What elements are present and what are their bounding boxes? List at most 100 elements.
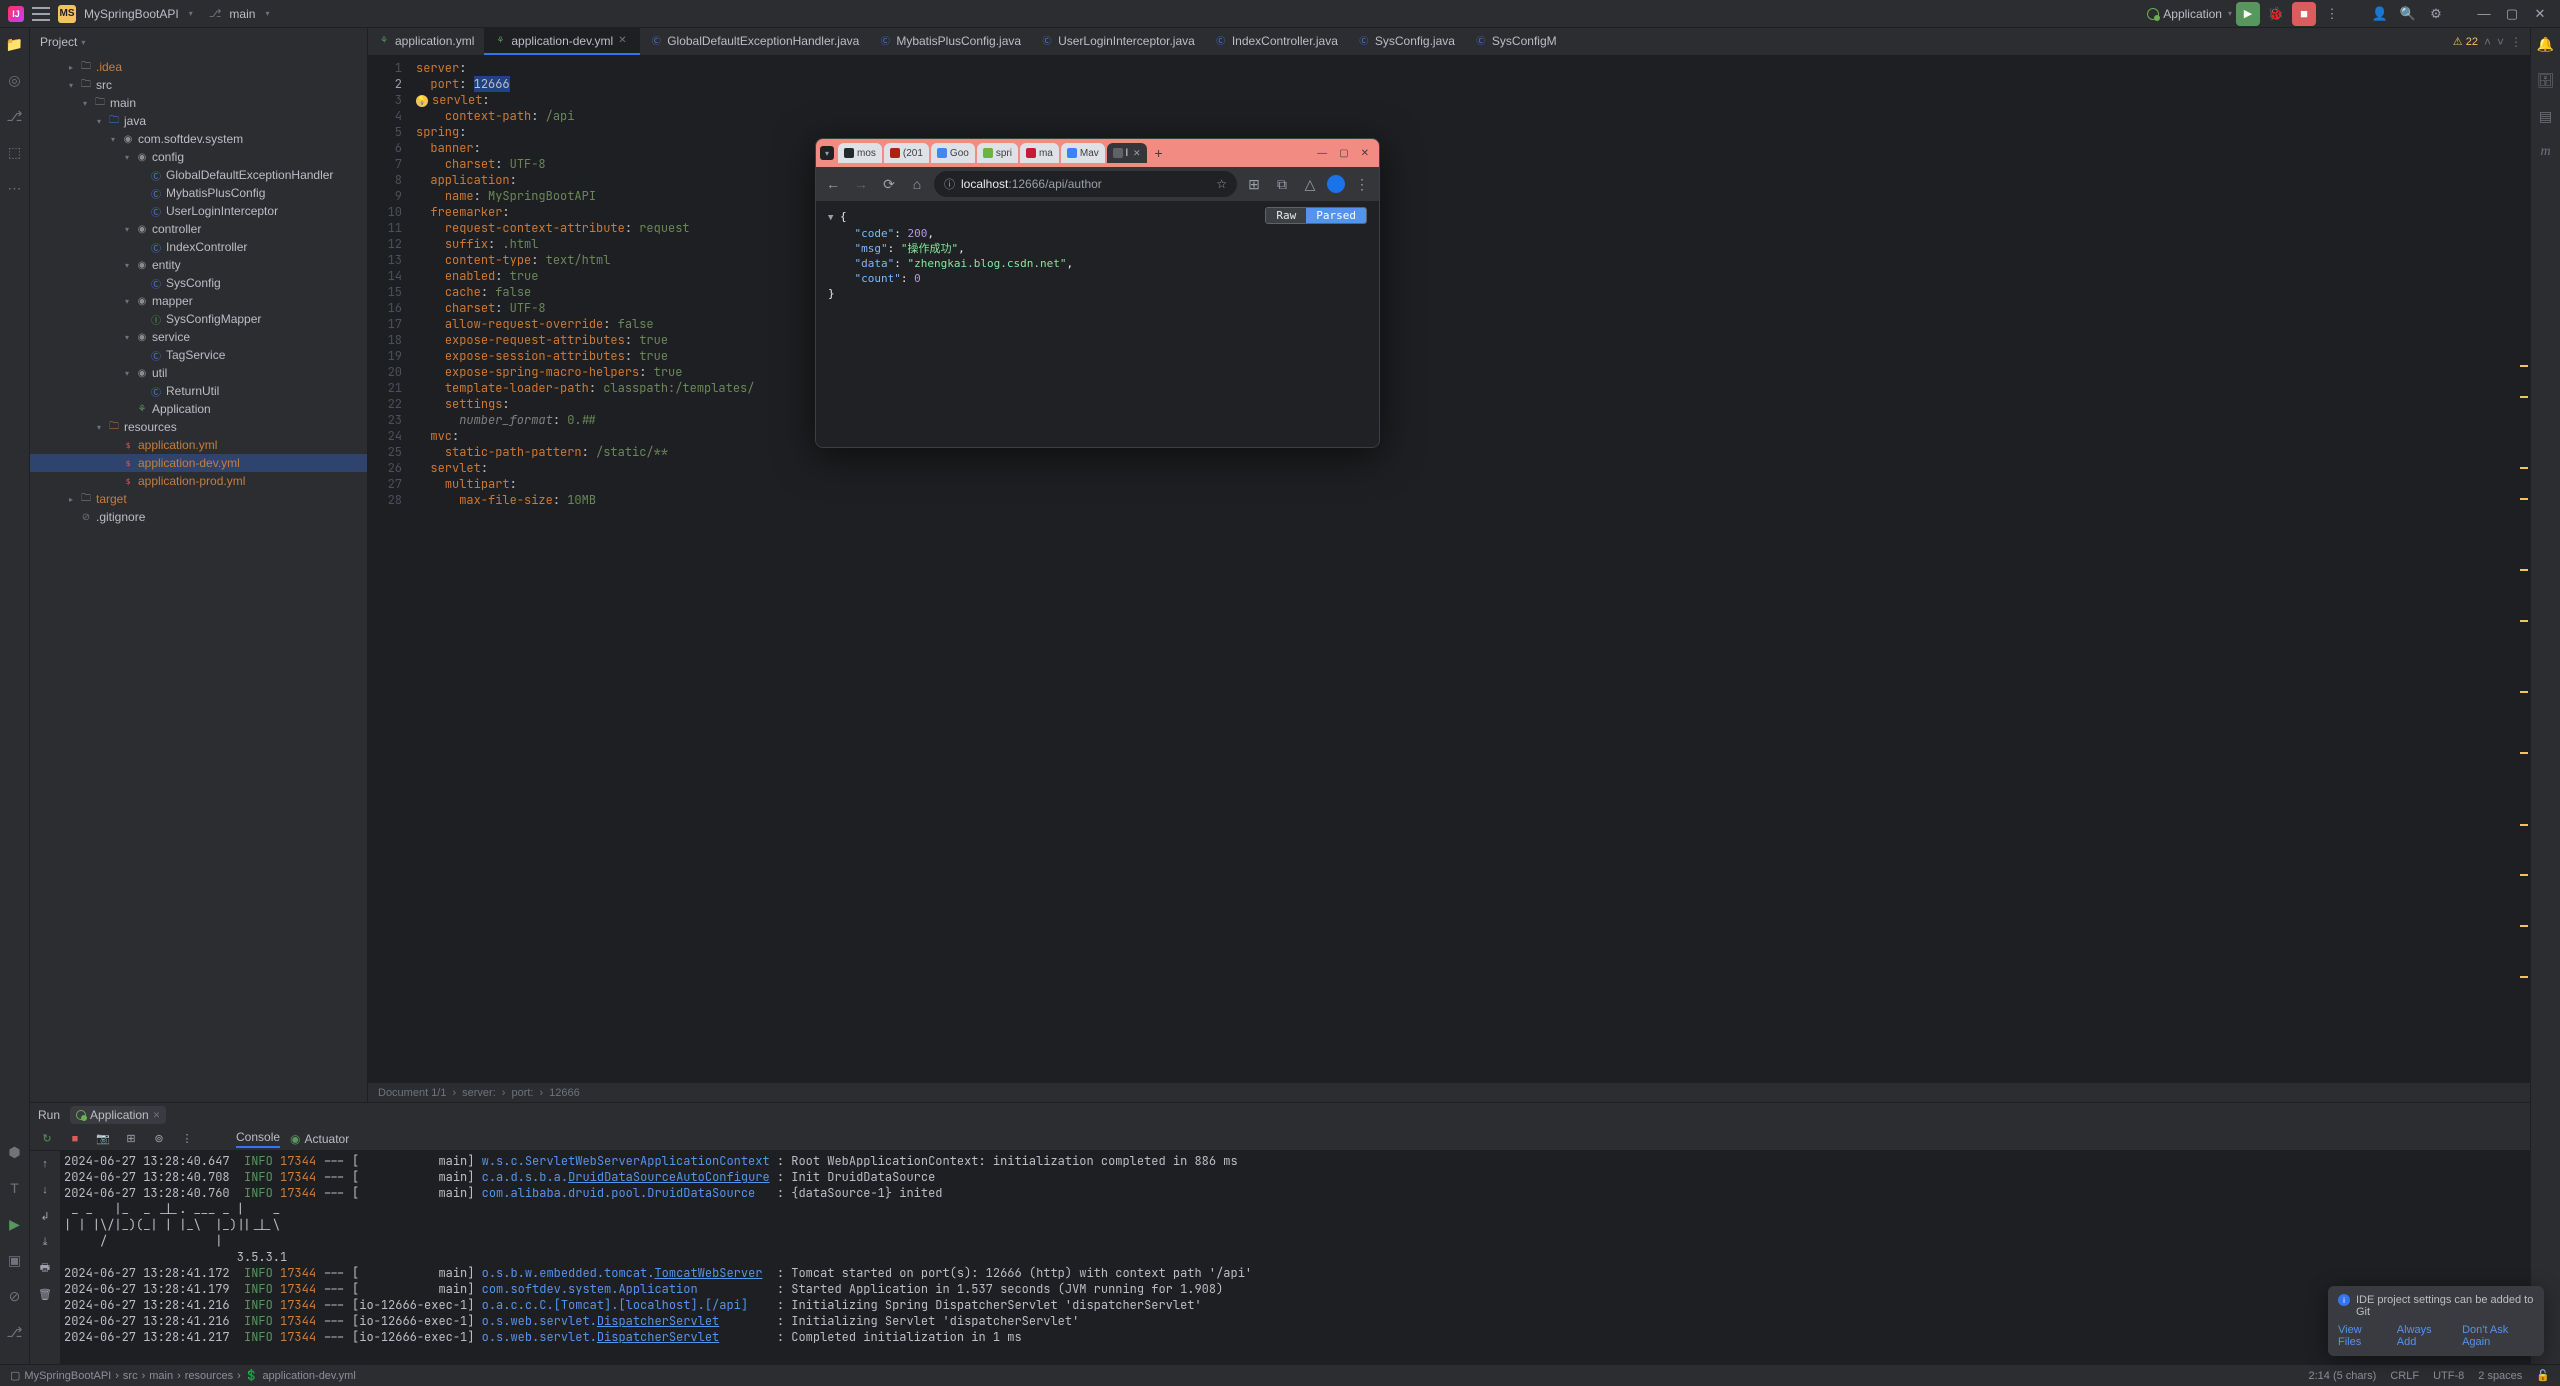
branch-icon[interactable]: ⎇ [209, 7, 222, 20]
browser-tab[interactable]: spri [977, 143, 1018, 163]
tree-item[interactable]: ▾🗀java [30, 112, 367, 130]
tree-item[interactable]: ⒸGlobalDefaultExceptionHandler [30, 166, 367, 184]
editor-tab[interactable]: ⒸSysConfig.java [1348, 28, 1465, 55]
run-config-selector[interactable]: Application ▾ [2147, 7, 2232, 21]
ext2-button[interactable]: △ [1299, 173, 1321, 195]
browser-tab[interactable]: ma [1020, 143, 1059, 163]
tree-item[interactable]: ▾◉service [30, 328, 367, 346]
editor-breadcrumbs[interactable]: Document 1/1 › server: › port: › 12666 [368, 1082, 2530, 1102]
vcs-tool-button[interactable]: ⎇ [5, 106, 25, 126]
caret-position[interactable]: 2:14 (5 chars) [2308, 1370, 2376, 1382]
tree-item[interactable]: ⒸReturnUtil [30, 382, 367, 400]
run-config-tab[interactable]: Application ✕ [70, 1106, 166, 1124]
browser-close[interactable]: ✕ [1361, 148, 1369, 159]
tab-dropdown-button[interactable]: ▾ [820, 146, 834, 160]
new-tab-button[interactable]: + [1149, 145, 1169, 161]
more-run-button[interactable]: ⋮ [178, 1130, 196, 1148]
debug-button[interactable]: 🐞 [2264, 2, 2288, 26]
editor-tab[interactable]: ⒸIndexController.java [1205, 28, 1348, 55]
browser-tab[interactable]: (201 [884, 143, 929, 163]
window-minimize[interactable]: — [2472, 2, 2496, 26]
browser-tab[interactable]: Goo [931, 143, 975, 163]
run-tool-button[interactable]: ▶ [5, 1214, 25, 1234]
main-menu-button[interactable] [32, 7, 50, 21]
layout-button[interactable]: ⊞ [122, 1130, 140, 1148]
browser-maximize[interactable]: ▢ [1339, 148, 1348, 159]
editor-tab[interactable]: ⒸMybatisPlusConfig.java [869, 28, 1031, 55]
project-name[interactable]: MySpringBootAPI [84, 7, 179, 21]
up-stack-button[interactable]: ↑ [36, 1155, 54, 1173]
prev-highlight-button[interactable]: ˄ [2484, 35, 2491, 49]
structure-tool-button[interactable]: ⬚ [5, 142, 25, 162]
project-panel-header[interactable]: Project ▾ [30, 28, 367, 56]
database-button[interactable]: 🗄 [2536, 70, 2556, 90]
tree-item[interactable]: ⒾSysConfigMapper [30, 310, 367, 328]
warnings-badge[interactable]: ⚠ 22 [2453, 35, 2478, 48]
bookmark-button[interactable]: ☆ [1216, 177, 1227, 191]
tree-item[interactable]: ⊘.gitignore [30, 508, 367, 526]
address-bar[interactable]: ⓘ localhost:12666/api/author ☆ [934, 171, 1237, 197]
notification-view-files[interactable]: View Files [2338, 1324, 2385, 1348]
tree-item[interactable]: ▾◉controller [30, 220, 367, 238]
git-tool-button[interactable]: ⎇ [5, 1322, 25, 1342]
tree-item[interactable]: ⒸSysConfig [30, 274, 367, 292]
notification-dont-ask[interactable]: Don't Ask Again [2462, 1324, 2534, 1348]
back-button[interactable]: ← [822, 173, 844, 195]
actuator-tab[interactable]: ◉Actuator [290, 1132, 349, 1146]
tree-item[interactable]: ▾🗀resources [30, 418, 367, 436]
tree-item[interactable]: ▾◉com.softdev.system [30, 130, 367, 148]
project-tree[interactable]: ▸🗀.idea▾🗀src▾🗀main▾🗀java▾◉com.softdev.sy… [30, 56, 367, 1102]
editor-tab[interactable]: ⒸSysConfigM [1465, 28, 1567, 55]
problems-tool-button[interactable]: ⊘ [5, 1286, 25, 1306]
run-button[interactable]: ▶ [2236, 2, 2260, 26]
nav-breadcrumbs[interactable]: ▢ MySpringBootAPI› src› main› resources›… [10, 1369, 356, 1382]
profile-button[interactable] [1327, 175, 1345, 193]
browser-active-tab[interactable]: l ✕ [1107, 143, 1147, 163]
console-output[interactable]: 2024-06-27 13:28:40.647 INFO 17344 --- [… [60, 1151, 2530, 1364]
next-highlight-button[interactable]: ˅ [2497, 35, 2504, 49]
browser-tab[interactable]: mos [838, 143, 882, 163]
collab-button[interactable]: 👤 [2368, 2, 2392, 26]
ext1-button[interactable]: ⧉ [1271, 173, 1293, 195]
soft-wrap-button[interactable]: ↲ [36, 1207, 54, 1225]
project-tool-button[interactable]: 📁 [5, 34, 25, 54]
window-maximize[interactable]: ▢ [2500, 2, 2524, 26]
editor-tab[interactable]: ⒸUserLoginInterceptor.java [1031, 28, 1205, 55]
clear-button[interactable]: 🗑 [36, 1285, 54, 1303]
stop-button[interactable]: ■ [2292, 2, 2316, 26]
settings-button[interactable]: ⚙ [2424, 2, 2448, 26]
tree-item[interactable]: ⒸTagService [30, 346, 367, 364]
stop-run-button[interactable]: ■ [66, 1130, 84, 1148]
tree-item[interactable]: ▸🗀.idea [30, 58, 367, 76]
home-button[interactable]: ⌂ [906, 173, 928, 195]
extensions-button[interactable]: ⊞ [1243, 173, 1265, 195]
reload-button[interactable]: ⟳ [878, 173, 900, 195]
json-view-toggle[interactable]: Raw Parsed [1265, 207, 1367, 224]
window-close[interactable]: ✕ [2528, 2, 2552, 26]
down-stack-button[interactable]: ↓ [36, 1181, 54, 1199]
filter-button[interactable]: ⊚ [150, 1130, 168, 1148]
indent-setting[interactable]: 2 spaces [2478, 1370, 2522, 1382]
console-tab[interactable]: Console [236, 1130, 280, 1148]
tree-item[interactable]: ▾🗀src [30, 76, 367, 94]
db-nav-button[interactable]: ▤ [2536, 106, 2556, 126]
notification-always-add[interactable]: Always Add [2397, 1324, 2450, 1348]
browser-tab[interactable]: Mav [1061, 143, 1105, 163]
tree-item[interactable]: $application.yml [30, 436, 367, 454]
browser-menu-button[interactable]: ⋮ [1351, 173, 1373, 195]
tree-item[interactable]: ▾◉util [30, 364, 367, 382]
tree-item[interactable]: ⚘Application [30, 400, 367, 418]
editor-tab[interactable]: ⚘application-dev.yml✕ [484, 28, 640, 55]
code-editor[interactable]: server: port: 12666💡servlet: context-pat… [408, 56, 2530, 1082]
search-button[interactable]: 🔍 [2396, 2, 2420, 26]
readonly-toggle[interactable]: 🔓 [2536, 1369, 2550, 1382]
browser-minimize[interactable]: — [1317, 148, 1327, 159]
tree-item[interactable]: ▾◉config [30, 148, 367, 166]
editor-tab[interactable]: ⚘application.yml [368, 28, 484, 55]
build-tool-button[interactable]: ▣ [5, 1250, 25, 1270]
tree-item[interactable]: ▾◉mapper [30, 292, 367, 310]
tree-item[interactable]: ⒸIndexController [30, 238, 367, 256]
tree-item[interactable]: ▾🗀main [30, 94, 367, 112]
line-separator[interactable]: CRLF [2390, 1370, 2419, 1382]
minimap[interactable] [2518, 60, 2528, 1078]
